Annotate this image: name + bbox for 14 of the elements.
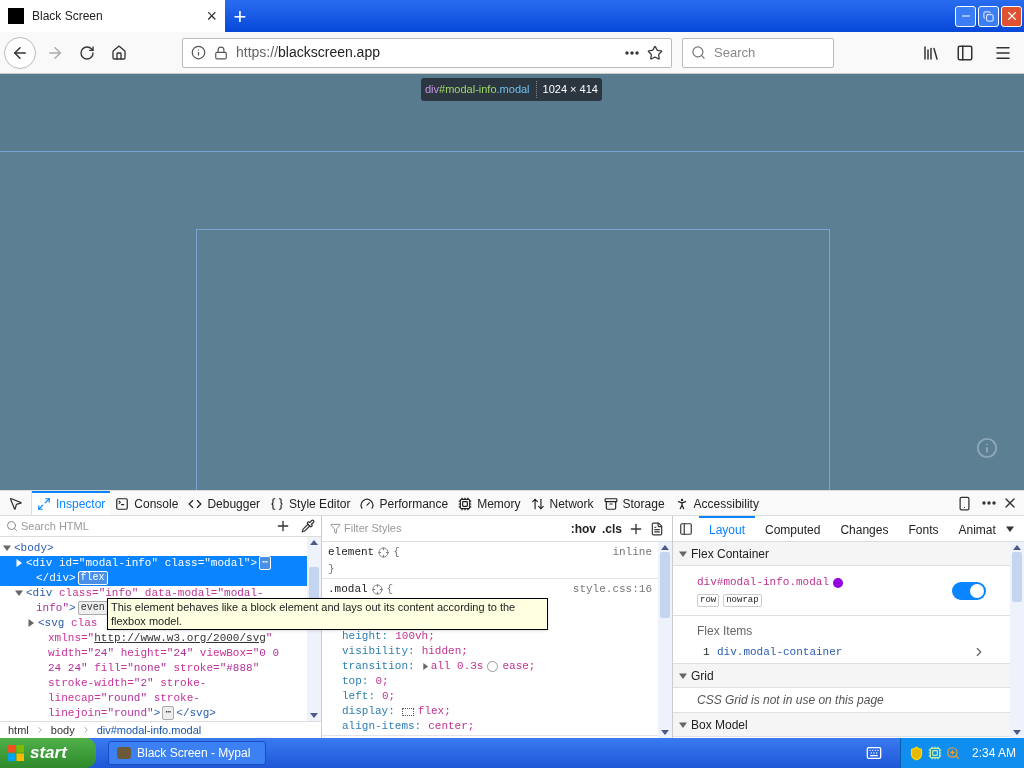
flex-tag: nowrap	[723, 593, 762, 607]
section-subtitle: Flex Items	[697, 623, 754, 640]
rule-selector: element	[328, 545, 375, 560]
brace: }	[328, 562, 335, 577]
clock: 2:34 AM	[971, 745, 1016, 762]
tooltip: This element behaves like a block element and lays out its content according to the flexbox model.	[107, 598, 548, 630]
grid-message: CSS Grid is not in use on this page	[697, 692, 884, 709]
tab-title: Black Screen	[32, 8, 104, 25]
brace: {	[393, 545, 400, 560]
rule-selector: .modal	[328, 582, 368, 597]
url-text: https://blackscreen.app	[236, 43, 381, 62]
highlight-label: div#modal-info.modal 1024 × 414	[421, 78, 602, 101]
brace: {	[386, 582, 394, 597]
flex-tag: row	[697, 593, 720, 607]
